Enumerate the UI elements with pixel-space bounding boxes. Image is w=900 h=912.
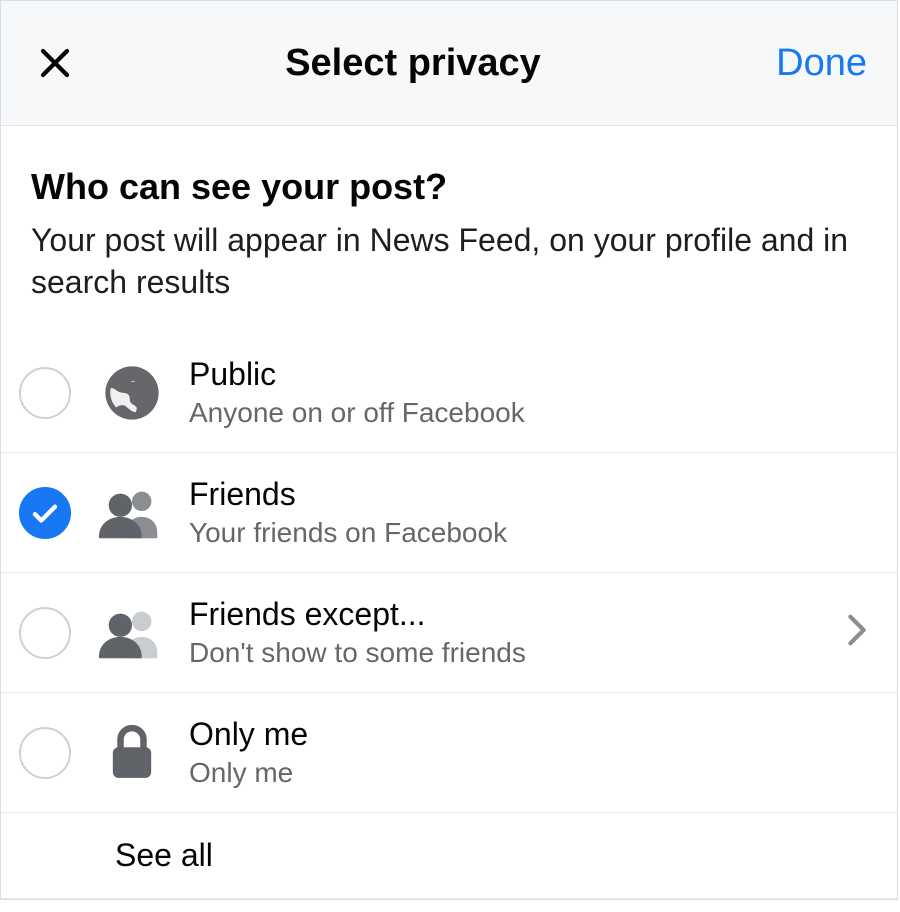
close-icon [37,45,73,81]
done-button[interactable]: Done [747,42,867,85]
sheet-content: Who can see your post? Your post will ap… [1,126,897,899]
prompt-heading: Who can see your post? [31,166,867,208]
option-title: Friends except... [189,596,837,633]
sheet-header: Select privacy Done [1,1,897,126]
lock-icon [97,718,167,788]
see-all-label: See all [115,837,213,874]
globe-icon [97,358,167,428]
radio-only-me[interactable] [19,727,71,779]
option-subtitle: Your friends on Facebook [189,515,867,550]
friends-except-icon [97,598,167,668]
radio-public[interactable] [19,367,71,419]
privacy-option-friends-except[interactable]: Friends except... Don't show to some fri… [1,573,897,693]
friends-icon [97,478,167,548]
option-text: Friends Your friends on Facebook [189,476,867,550]
radio-friends[interactable] [19,487,71,539]
chevron-right-icon [847,613,867,652]
option-subtitle: Anyone on or off Facebook [189,395,867,430]
option-title: Friends [189,476,867,513]
option-text: Only me Only me [189,716,867,790]
sheet-title: Select privacy [79,42,747,85]
privacy-selector-sheet: Select privacy Done Who can see your pos… [0,0,898,900]
radio-friends-except[interactable] [19,607,71,659]
option-title: Only me [189,716,867,753]
option-subtitle: Only me [189,755,867,790]
see-all-button[interactable]: See all [1,813,897,899]
prompt-subtext: Your post will appear in News Feed, on y… [31,220,867,303]
option-text: Friends except... Don't show to some fri… [189,596,837,670]
option-text: Public Anyone on or off Facebook [189,356,867,430]
close-button[interactable] [31,39,79,87]
prompt-block: Who can see your post? Your post will ap… [1,126,897,333]
privacy-option-public[interactable]: Public Anyone on or off Facebook [1,333,897,453]
option-title: Public [189,356,867,393]
privacy-option-only-me[interactable]: Only me Only me [1,693,897,813]
option-subtitle: Don't show to some friends [189,635,837,670]
privacy-option-friends[interactable]: Friends Your friends on Facebook [1,453,897,573]
